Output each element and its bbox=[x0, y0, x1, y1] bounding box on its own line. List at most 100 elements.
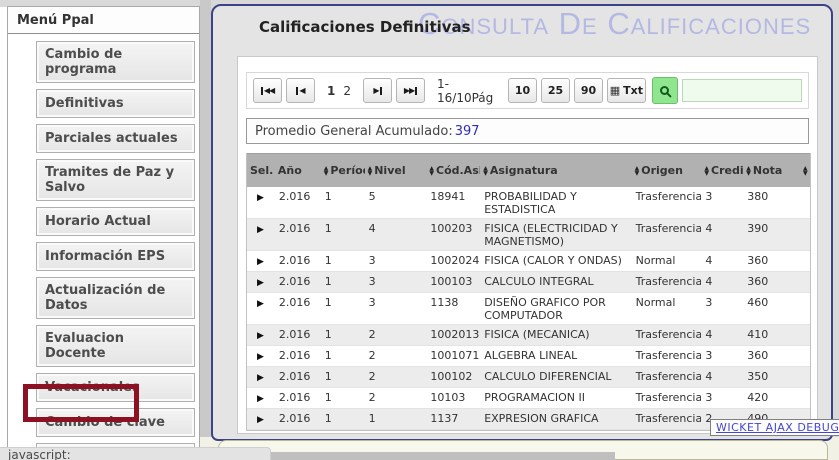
search-input[interactable] bbox=[682, 79, 802, 102]
cell: 1 bbox=[321, 219, 365, 237]
sidebar-item-cambio-de-clave[interactable]: Cambio de clave bbox=[36, 408, 195, 437]
cell: 3 bbox=[365, 293, 427, 311]
row-select-icon[interactable]: ▶ bbox=[251, 189, 264, 203]
row-select-icon[interactable]: ▶ bbox=[251, 411, 264, 425]
cell-sel: ▶ bbox=[247, 272, 275, 292]
cell-extra bbox=[800, 187, 810, 192]
search-icon bbox=[660, 86, 669, 95]
cell: FISICA (MECANICA) bbox=[480, 325, 631, 343]
cell-extra bbox=[800, 219, 810, 224]
pagination-toolbar: ◀◀ ◀ 12 ▶ ▶▶ 1-16/10Pág 102590 ▦Txt bbox=[246, 72, 809, 109]
cell: 1 bbox=[321, 367, 365, 385]
cell: 2.016 bbox=[275, 388, 321, 406]
page-size-90-button[interactable]: 90 bbox=[574, 78, 603, 103]
page-size-25-button[interactable]: 25 bbox=[541, 78, 570, 103]
cell-extra bbox=[800, 325, 810, 330]
page-number-2[interactable]: 2 bbox=[343, 84, 351, 98]
grades-content: ◀◀ ◀ 12 ▶ ▶▶ 1-16/10Pág 102590 ▦Txt Prom… bbox=[237, 56, 818, 434]
cell: 1 bbox=[365, 409, 427, 427]
sort-icon[interactable]: ▲▼ bbox=[746, 166, 751, 176]
cell-sel: ▶ bbox=[247, 219, 275, 239]
sort-icon[interactable]: ▲▼ bbox=[324, 166, 329, 176]
cell: Trasferencia bbox=[632, 346, 702, 364]
cell: Trasferencia bbox=[632, 367, 702, 385]
previous-page-button[interactable]: ◀ bbox=[286, 78, 315, 103]
row-select-icon[interactable]: ▶ bbox=[251, 390, 264, 404]
cell: 2.016 bbox=[275, 346, 321, 364]
sidebar-item-informaci-n-eps[interactable]: Información EPS bbox=[36, 242, 195, 271]
next-page-button[interactable]: ▶ bbox=[363, 78, 392, 103]
cell: 1 bbox=[321, 187, 365, 205]
row-select-icon[interactable]: ▶ bbox=[251, 221, 264, 235]
page-number-list: 12 bbox=[319, 84, 359, 98]
row-select-icon[interactable]: ▶ bbox=[251, 327, 264, 341]
column-label: Cód.Asig bbox=[436, 164, 480, 177]
table-row: ▶2.01614100203FISICA (ELECTRICIDAD Y MAG… bbox=[247, 219, 810, 251]
cell: 5 bbox=[365, 187, 427, 205]
column-label: Sel. bbox=[250, 164, 273, 177]
average-summary-bar: Promedio General Acumulado: 397 bbox=[246, 118, 809, 144]
cell-sel: ▶ bbox=[247, 409, 275, 429]
column-label: Nivel bbox=[374, 164, 405, 177]
go-next-icon: ▶ bbox=[373, 87, 381, 95]
cell: 1138 bbox=[426, 293, 480, 311]
cell: 350 bbox=[743, 367, 800, 385]
row-select-icon[interactable]: ▶ bbox=[251, 253, 264, 267]
sidebar-item-tramites-de-paz-y-salvo[interactable]: Tramites de Paz y Salvo bbox=[36, 159, 195, 201]
cell: 100103 bbox=[426, 272, 480, 290]
cell: Normal bbox=[632, 293, 702, 311]
sort-icon[interactable]: ▲▼ bbox=[704, 166, 709, 176]
table-row: ▶2.016131002024FISICA (CALOR Y ONDAS)Nor… bbox=[247, 251, 810, 272]
column-header-nivel: ▲▼Nivel bbox=[365, 164, 427, 177]
sort-icon[interactable]: ▲▼ bbox=[483, 166, 488, 176]
table-row: ▶2.01613100103CALCULO INTEGRALTrasferenc… bbox=[247, 272, 810, 293]
cell: 2.016 bbox=[275, 187, 321, 205]
export-txt-button[interactable]: ▦Txt bbox=[607, 78, 646, 103]
cell: 1 bbox=[321, 325, 365, 343]
sort-icon[interactable]: ▲▼ bbox=[803, 166, 808, 176]
row-select-icon[interactable]: ▶ bbox=[251, 295, 264, 309]
row-select-icon[interactable]: ▶ bbox=[251, 369, 264, 383]
sidebar-item-parciales-actuales[interactable]: Parciales actuales bbox=[36, 124, 195, 153]
sidebar-item-evaluacion-docente[interactable]: Evaluacion Docente bbox=[36, 325, 195, 367]
wicket-debug-box: WICKET AJAX DEBUG bbox=[710, 419, 839, 436]
cell: Trasferencia bbox=[632, 409, 702, 427]
search-button[interactable] bbox=[652, 77, 678, 104]
last-page-button[interactable]: ▶▶ bbox=[396, 78, 425, 103]
cell-sel: ▶ bbox=[247, 293, 275, 313]
go-previous-icon: ◀ bbox=[296, 87, 304, 95]
cell-sel: ▶ bbox=[247, 367, 275, 387]
column-label: Período bbox=[330, 164, 364, 177]
column-label: Asignatura bbox=[490, 164, 558, 177]
sort-icon[interactable]: ▲▼ bbox=[368, 166, 373, 176]
page-size-10-button[interactable]: 10 bbox=[508, 78, 537, 103]
wicket-ajax-debug-link[interactable]: WICKET AJAX DEBUG bbox=[716, 421, 839, 434]
bottom-gray-strip bbox=[271, 452, 615, 460]
cell: Trasferencia bbox=[632, 272, 702, 290]
cell: CALCULO INTEGRAL bbox=[480, 272, 631, 290]
sort-icon[interactable]: ▲▼ bbox=[429, 166, 434, 176]
column-header-extra: ▲▼ bbox=[800, 166, 810, 176]
cell: 4 bbox=[701, 325, 743, 343]
cell: 2.016 bbox=[275, 325, 321, 343]
sidebar-item-horario-actual[interactable]: Horario Actual bbox=[36, 207, 195, 236]
cell: 3 bbox=[701, 388, 743, 406]
sort-icon[interactable]: ▲▼ bbox=[635, 166, 640, 176]
cell: 4 bbox=[701, 251, 743, 269]
txt-label: Txt bbox=[623, 84, 643, 97]
cell: 360 bbox=[743, 346, 800, 364]
sidebar-item-definitivas[interactable]: Definitivas bbox=[36, 89, 195, 118]
average-value: 397 bbox=[455, 124, 480, 139]
cell: 460 bbox=[743, 293, 800, 311]
page-number-1[interactable]: 1 bbox=[327, 84, 335, 98]
cell: 390 bbox=[743, 219, 800, 237]
cell: 4 bbox=[365, 219, 427, 237]
first-page-button[interactable]: ◀◀ bbox=[253, 78, 282, 103]
sidebar-item-actualizaci-n-de-datos[interactable]: Actualización de Datos bbox=[36, 277, 195, 319]
sidebar-item-cambio-de-programa[interactable]: Cambio de programa bbox=[36, 41, 195, 83]
cell: 4 bbox=[701, 219, 743, 237]
sidebar-item-vacacionales[interactable]: Vacacionales bbox=[36, 373, 195, 402]
row-select-icon[interactable]: ▶ bbox=[251, 274, 264, 288]
row-select-icon[interactable]: ▶ bbox=[251, 348, 264, 362]
column-header-asignatura: ▲▼Asignatura bbox=[480, 164, 631, 177]
